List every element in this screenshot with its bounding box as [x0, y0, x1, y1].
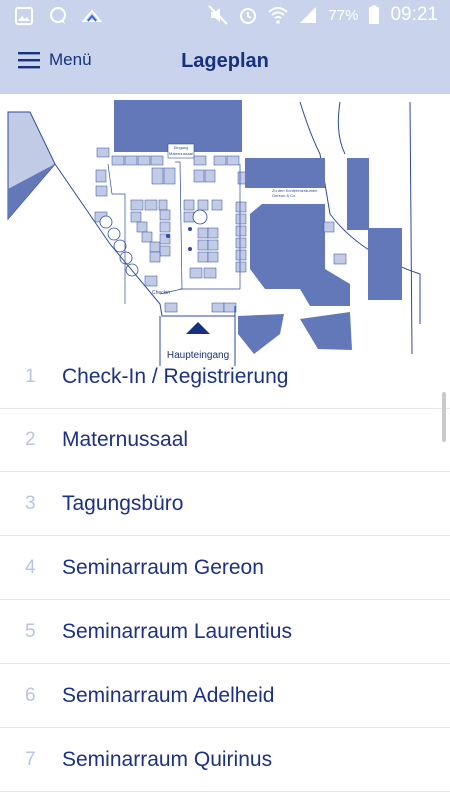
location-list: 1 Check-In / Registrierung 2 Maternussaa… [0, 366, 450, 800]
map-label-notes-2: Gereon & Co [272, 193, 296, 198]
map-label-haupteingang: Haupteingang [167, 350, 229, 361]
mute-icon [208, 5, 229, 25]
list-item-7[interactable]: 7 Seminarraum Quirinus [0, 729, 450, 792]
list-item-label: Tagungsbüro [62, 492, 184, 515]
list-item-label: Seminarraum Quirinus [62, 748, 273, 771]
map-label-maternussaal: Maternussaal [169, 151, 193, 156]
list-item-2[interactable]: 2 Maternussaal [0, 409, 450, 472]
list-item-1[interactable]: 1 Check-In / Registrierung [0, 366, 450, 409]
list-item-number: 7 [25, 749, 36, 770]
status-right-icons: 77% 09:21 [208, 4, 438, 26]
status-left-icons [14, 6, 102, 26]
status-bar: 77% 09:21 [0, 0, 450, 32]
wifi-icon [268, 7, 289, 24]
list-item-label: Seminarraum Adelheid [62, 684, 275, 707]
list-item-label: Seminarraum Laurentius [62, 620, 292, 643]
menu-button[interactable]: Menü [18, 50, 92, 70]
list-item-number: 3 [25, 493, 36, 514]
battery-icon [369, 5, 380, 24]
list-item-number: 4 [25, 557, 36, 578]
list-item-number: 6 [25, 685, 36, 706]
list-item-number: 2 [25, 429, 36, 450]
list-item-label: Check-In / Registrierung [62, 366, 289, 388]
list-item-label: Seminarraum Gereon [62, 556, 264, 579]
signal-icon [300, 7, 317, 23]
app-logo-icon [82, 9, 102, 22]
list-scrollbar[interactable] [442, 392, 446, 442]
list-item-6[interactable]: 6 Seminarraum Adelheid [0, 665, 450, 728]
clock: 09:21 [390, 4, 438, 25]
menu-label: Menü [49, 50, 92, 69]
map-label-eingang: Eingang [174, 145, 189, 150]
list-item-number: 1 [25, 366, 36, 387]
gallery-icon [15, 7, 33, 25]
chat-icon [50, 7, 66, 24]
entrance-arrow-icon [186, 322, 210, 334]
battery-percentage: 77% [328, 6, 359, 24]
alarm-icon [240, 8, 257, 24]
map-label-checkin: Checkin [152, 290, 170, 296]
list-item-number: 5 [25, 621, 36, 642]
hamburger-menu-icon [18, 52, 40, 69]
site-map[interactable]: Eingang Maternussaal Zu den Konferenzräu… [0, 94, 450, 366]
list-item-label: Maternussaal [62, 428, 189, 451]
list-item-5[interactable]: 5 Seminarraum Laurentius [0, 601, 450, 664]
list-item-3[interactable]: 3 Tagungsbüro [0, 473, 450, 536]
list-item-4[interactable]: 4 Seminarraum Gereon [0, 537, 450, 600]
site-map-drawing: Eingang Maternussaal Zu den Konferenzräu… [7, 100, 421, 366]
app-bar: Menü Lageplan [0, 32, 450, 94]
